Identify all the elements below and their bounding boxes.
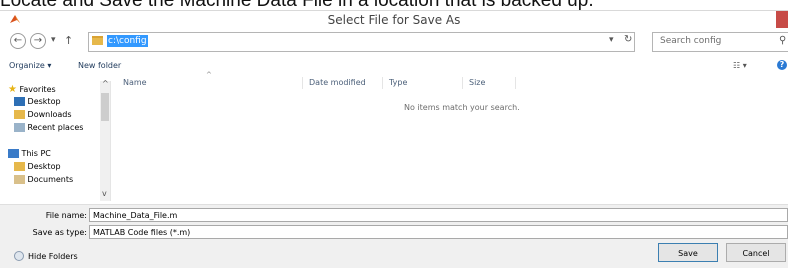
downloads-icon	[14, 110, 25, 119]
title-bar: Select File for Save As	[0, 11, 788, 29]
save-as-type-label: Save as type:	[32, 228, 87, 237]
column-header-date-modified[interactable]: Date modified	[309, 78, 366, 87]
sidebar-item-label: Favorites	[19, 85, 56, 94]
sidebar-item-label: Recent places	[27, 123, 84, 132]
sidebar-item-label: Desktop	[27, 97, 61, 106]
sidebar-item-this-pc[interactable]: This PC	[8, 149, 51, 158]
sort-indicator-icon: ^	[206, 71, 212, 79]
back-button[interactable]: ←	[10, 33, 26, 49]
sidebar-item-label: This PC	[21, 149, 51, 158]
refresh-icon[interactable]: ↻	[624, 34, 632, 45]
empty-folder-message: No items match your search.	[404, 103, 520, 112]
view-options-icon[interactable]: ☷ ▾	[733, 61, 747, 70]
sidebar-scrollbar-thumb[interactable]	[101, 93, 109, 121]
save-as-dialog: Select File for Save As ← → ▾ ↑ c:\confi…	[0, 10, 788, 268]
window-title: Select File for Save As	[327, 13, 461, 27]
sidebar-item-downloads[interactable]: Downloads	[14, 110, 71, 119]
sidebar-item-documents[interactable]: Documents	[14, 175, 73, 184]
navigation-pane: ★ Favorites Desktop Downloads Recent pla…	[0, 81, 111, 201]
search-icon: ⚲	[779, 35, 787, 46]
sidebar-item-label: Documents	[27, 175, 74, 184]
column-divider[interactable]	[382, 77, 383, 89]
address-path[interactable]: c:\config	[107, 35, 148, 47]
cancel-button[interactable]: Cancel	[726, 243, 786, 262]
scroll-up-arrow-icon[interactable]: ^	[102, 79, 109, 88]
command-bar: Organize ▾ New folder ☷ ▾ ?	[0, 56, 788, 76]
column-header-size[interactable]: Size	[469, 78, 485, 87]
save-as-type-select[interactable]: MATLAB Code files (*.m)	[89, 225, 788, 239]
address-bar[interactable]: c:\config ▾ ↻	[88, 32, 635, 52]
new-folder-button[interactable]: New folder	[78, 61, 121, 70]
close-button[interactable]	[776, 11, 788, 28]
forward-button[interactable]: →	[30, 33, 46, 49]
sidebar-item-label: Downloads	[27, 110, 72, 119]
folder-icon	[92, 36, 103, 45]
sidebar-item-favorites[interactable]: ★ Favorites	[8, 84, 56, 95]
scroll-down-arrow-icon[interactable]: v	[102, 189, 107, 198]
desktop-icon	[14, 97, 25, 106]
save-button[interactable]: Save	[658, 243, 718, 262]
column-header-name[interactable]: Name	[123, 78, 147, 87]
address-dropdown-icon[interactable]: ▾	[609, 35, 614, 45]
folder-icon	[14, 162, 25, 171]
documents-icon	[14, 175, 25, 184]
sidebar-item-label: Desktop	[27, 162, 61, 171]
help-icon[interactable]: ?	[777, 60, 787, 70]
file-name-input[interactable]: Machine_Data_File.m	[89, 208, 788, 222]
recent-places-icon	[14, 123, 25, 132]
computer-icon	[8, 149, 19, 158]
column-divider[interactable]	[462, 77, 463, 89]
sidebar-item-desktop[interactable]: Desktop	[14, 97, 61, 106]
up-arrow-icon[interactable]: ↑	[64, 34, 73, 47]
hide-folders-button[interactable]: Hide Folders	[28, 252, 78, 261]
save-options-panel: File name: Machine_Data_File.m Save as t…	[0, 204, 788, 268]
collapse-chevron-icon[interactable]	[14, 251, 24, 261]
sidebar-item-recent-places[interactable]: Recent places	[14, 123, 83, 132]
column-divider[interactable]	[515, 77, 516, 89]
search-input[interactable]: Search config	[660, 36, 721, 46]
recent-locations-chevron-icon[interactable]: ▾	[51, 35, 56, 45]
star-icon: ★	[8, 84, 17, 95]
organize-menu[interactable]: Organize ▾	[9, 61, 51, 70]
search-box[interactable]: Search config ⚲	[652, 32, 788, 52]
column-header-type[interactable]: Type	[389, 78, 407, 87]
sidebar-item-pc-desktop[interactable]: Desktop	[14, 162, 61, 171]
column-divider[interactable]	[302, 77, 303, 89]
file-name-label: File name:	[45, 211, 87, 220]
